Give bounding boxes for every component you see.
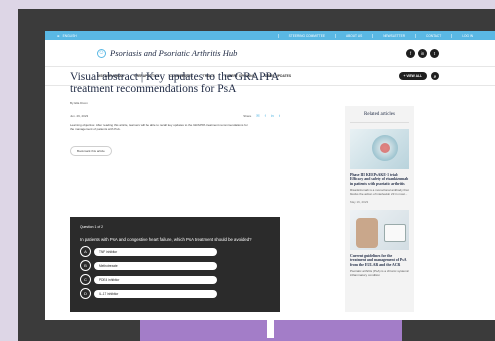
footer-notch	[267, 320, 274, 338]
option-text[interactable]: Methotrexate	[94, 261, 217, 270]
top-link-log-in[interactable]: LOG IN	[451, 33, 483, 38]
learning-objective: Learning objective: After reading this a…	[70, 123, 248, 132]
related-article-image[interactable]	[350, 129, 409, 169]
quiz-option-d[interactable]: D IL-17 inhibitor	[80, 288, 270, 299]
facebook-icon[interactable]: f	[406, 48, 415, 58]
bookmark-button[interactable]: Bookmark this article	[70, 146, 112, 157]
quiz-option-b[interactable]: B Methotrexate	[80, 260, 270, 271]
figure-icon[interactable]: ☺	[97, 48, 106, 58]
option-text[interactable]: IL-17 inhibitor	[94, 289, 217, 298]
top-link-contact[interactable]: CONTACT	[415, 33, 451, 38]
view-all-button[interactable]: + VIEW ALL	[398, 72, 427, 80]
language-selector[interactable]: ⊕ ENGLISH	[57, 34, 77, 38]
related-article-heading[interactable]: Phase III KEEPsAKE-1 trial: Efficacy and…	[350, 173, 409, 186]
related-article-date: May 16, 2023	[350, 199, 369, 204]
related-articles: Related articles Phase III KEEPsAKE-1 tr…	[345, 106, 414, 312]
byline: By Ella Dixon	[70, 101, 88, 105]
share-bar: Share ✉ f in t	[243, 113, 280, 118]
related-article-description: Psoriatic arthritis (PsA) is a chronic s…	[350, 269, 410, 277]
twitter-share-icon[interactable]: t	[279, 113, 280, 118]
related-article-image[interactable]	[350, 209, 409, 250]
social-links: f in t	[406, 48, 439, 58]
option-text[interactable]: TNF inhibitor	[94, 247, 217, 256]
top-link-about-us[interactable]: ABOUT US	[334, 33, 372, 38]
top-link-steering-committee[interactable]: STEERING COMMITTEE	[277, 33, 335, 38]
article-meta: Jun. 29, 2023 Share ✉ f in t	[70, 113, 280, 118]
share-label: Share	[243, 113, 252, 118]
language-label: ENGLISH	[62, 33, 77, 38]
quiz-option-a[interactable]: A TNF inhibitor	[80, 246, 270, 257]
twitter-icon[interactable]: t	[430, 48, 439, 58]
linkedin-share-icon[interactable]: in	[271, 113, 274, 118]
joint-highlight	[380, 143, 390, 153]
top-bar: ⊕ ENGLISH STEERING COMMITTEE ABOUT US NE…	[45, 31, 495, 40]
top-link-newsletter[interactable]: NEWSLETTER	[372, 33, 415, 38]
related-articles-title: Related articles	[350, 112, 409, 123]
globe-icon: ⊕	[57, 33, 60, 38]
email-share-icon[interactable]: ✉	[256, 113, 259, 118]
arm-illustration	[356, 217, 378, 248]
question-text: In patients with PsA and congestive hear…	[80, 237, 252, 242]
brand-header: ☺ Psoriasis and Psoriatic Arthritis Hub …	[45, 40, 495, 66]
top-links: STEERING COMMITTEE ABOUT US NEWSLETTER C…	[277, 33, 483, 38]
purple-footer-bar	[140, 320, 402, 341]
option-letter: A	[80, 246, 91, 257]
article-header: Visual abstract | Key updates to the GRA…	[70, 71, 280, 157]
related-article-description: Risankizumab is a monoclonal antibody th…	[350, 188, 409, 197]
option-letter: B	[80, 260, 91, 271]
quiz-option-c[interactable]: C PDE4 inhibitor	[80, 274, 270, 285]
facebook-share-icon[interactable]: f	[265, 113, 266, 118]
question-number: Question 1 of 2	[80, 225, 103, 229]
article-title: Visual abstract | Key updates to the GRA…	[70, 71, 279, 95]
article-date: Jun. 29, 2023	[70, 113, 89, 118]
device-illustration	[384, 223, 406, 242]
option-letter: C	[80, 274, 91, 285]
quiz-panel: Question 1 of 2 In patients with PsA and…	[70, 217, 280, 312]
option-letter: D	[80, 288, 91, 299]
related-article-heading[interactable]: Current guidelines for the treatment and…	[350, 254, 409, 267]
site-title[interactable]: Psoriasis and Psoriatic Arthritis Hub	[110, 48, 237, 58]
option-text[interactable]: PDE4 inhibitor	[94, 275, 217, 284]
linkedin-icon[interactable]: in	[418, 48, 427, 58]
search-icon[interactable]: ⌕	[431, 72, 439, 80]
